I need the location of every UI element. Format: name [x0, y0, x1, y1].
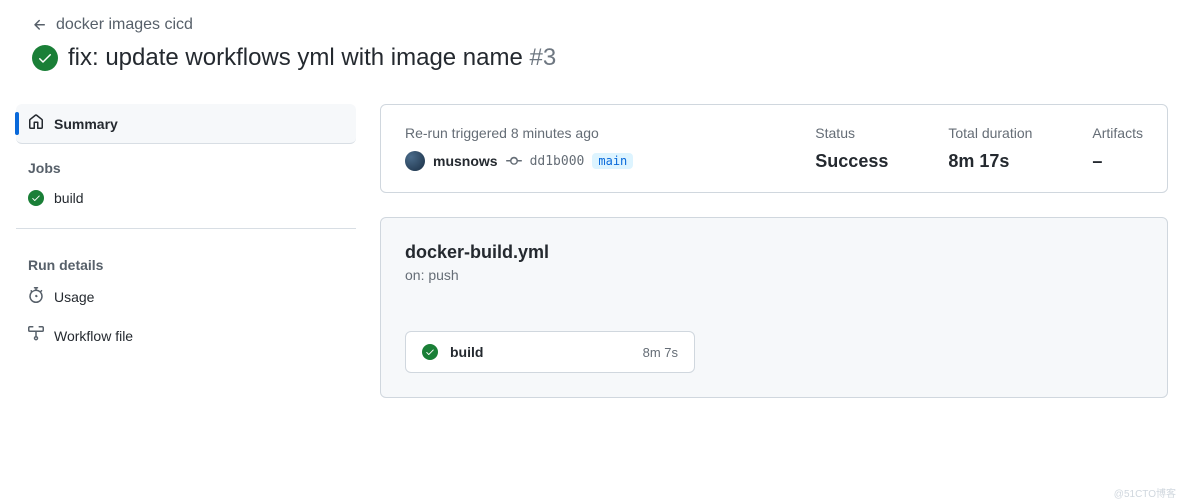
job-duration: 8m 7s: [643, 345, 678, 360]
username[interactable]: musnows: [433, 153, 498, 169]
watermark: @51CTO博客: [1114, 485, 1176, 500]
duration-label: Total duration: [948, 125, 1032, 141]
status-value: Success: [815, 151, 888, 172]
sidebar-item-job-build[interactable]: build: [16, 180, 356, 216]
artifacts-label: Artifacts: [1092, 125, 1143, 141]
page-title: fix: update workflows yml with image nam…: [68, 44, 556, 72]
sidebar-item-workflow-file[interactable]: Workflow file: [16, 316, 356, 355]
commit-icon: [506, 153, 522, 169]
workflow-card: docker-build.yml on: push build 8m 7s: [380, 217, 1168, 398]
success-status-icon: [32, 45, 58, 71]
triggered-details: musnows dd1b000 main: [405, 151, 755, 171]
title-number: #3: [530, 44, 557, 71]
title-text: fix: update workflows yml with image nam…: [68, 44, 523, 71]
job-name: build: [450, 344, 631, 360]
workflow-file-icon: [28, 326, 44, 345]
sidebar-item-label: Usage: [54, 289, 94, 305]
main-content: Re-run triggered 8 minutes ago musnows d…: [380, 104, 1168, 398]
sidebar-item-label: build: [54, 190, 84, 206]
stopwatch-icon: [28, 287, 44, 306]
status-label: Status: [815, 125, 888, 141]
branch-label[interactable]: main: [592, 153, 633, 169]
sidebar-item-usage[interactable]: Usage: [16, 277, 356, 316]
duration-value: 8m 17s: [948, 151, 1032, 172]
breadcrumb-text[interactable]: docker images cicd: [56, 16, 193, 34]
sidebar-divider: [16, 228, 356, 229]
back-arrow-icon[interactable]: [32, 17, 48, 33]
home-icon: [28, 114, 44, 133]
sidebar-heading-run-details: Run details: [16, 241, 356, 277]
sidebar-item-summary[interactable]: Summary: [16, 104, 356, 144]
avatar[interactable]: [405, 151, 425, 171]
sidebar-item-label: Workflow file: [54, 328, 133, 344]
summary-card: Re-run triggered 8 minutes ago musnows d…: [380, 104, 1168, 193]
sidebar-heading-jobs: Jobs: [16, 144, 356, 180]
success-check-icon: [28, 190, 44, 206]
workflow-trigger: on: push: [405, 267, 1143, 283]
page-title-row: fix: update workflows yml with image nam…: [32, 44, 1152, 72]
job-box-build[interactable]: build 8m 7s: [405, 331, 695, 373]
sidebar-item-label: Summary: [54, 116, 118, 132]
sidebar: Summary Jobs build Run details Usage Wor…: [16, 104, 356, 398]
breadcrumb[interactable]: docker images cicd: [32, 16, 1152, 34]
triggered-text: Re-run triggered 8 minutes ago: [405, 125, 755, 141]
artifacts-value: –: [1092, 151, 1143, 172]
commit-sha[interactable]: dd1b000: [530, 154, 585, 169]
workflow-filename: docker-build.yml: [405, 242, 1143, 263]
success-check-icon: [422, 344, 438, 360]
